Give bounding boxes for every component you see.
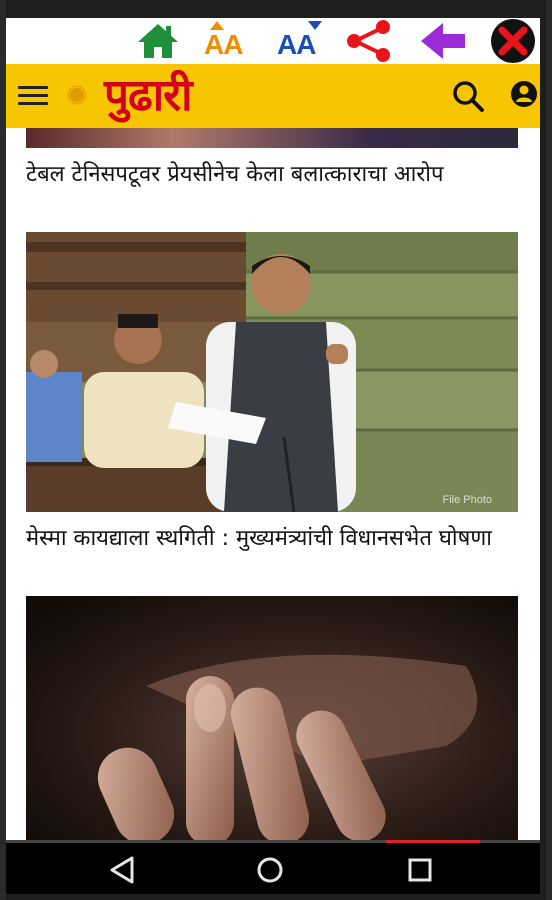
app-header: पुढारी (6, 64, 540, 128)
home-button[interactable] (134, 20, 182, 62)
nav-home-button[interactable] (250, 850, 290, 890)
close-button[interactable] (488, 19, 538, 63)
font-decrease-button[interactable]: AA (276, 20, 330, 62)
previous-article-image[interactable] (26, 128, 518, 148)
share-button[interactable] (342, 20, 396, 62)
square-recents-icon (408, 858, 432, 882)
article-photo[interactable]: File Photo (26, 232, 518, 512)
photo-credit: File Photo (442, 494, 492, 506)
font-increase-icon: AA (204, 21, 256, 61)
share-icon (347, 20, 390, 62)
search-icon (453, 81, 484, 112)
sun-emblem-icon (66, 84, 88, 106)
hand-image (26, 596, 518, 840)
news-feed[interactable]: टेबल टेनिसपटूवर प्रेयसीनेच केला बलात्कार… (6, 128, 540, 840)
menu-icon[interactable] (18, 81, 48, 109)
brand-name: पुढारी (104, 70, 193, 121)
nav-recents-button[interactable] (400, 850, 440, 890)
arrow-left-icon (421, 23, 465, 59)
reader-toolbar: AA AA (6, 18, 540, 64)
profile-button[interactable] (510, 80, 538, 108)
article-photo[interactable] (26, 596, 518, 840)
home-icon (138, 24, 178, 58)
font-increase-button[interactable]: AA (202, 20, 258, 62)
brand-logo[interactable]: पुढारी (60, 68, 250, 124)
circle-home-icon (257, 857, 283, 883)
nav-back-button[interactable] (104, 850, 144, 890)
article-headline[interactable]: टेबल टेनिसपटूवर प्रेयसीनेच केला बलात्कार… (26, 160, 518, 190)
font-decrease-icon: AA (277, 21, 329, 61)
system-navigation-bar (6, 840, 540, 894)
page-progress-indicator (386, 840, 480, 843)
account-icon (511, 81, 537, 107)
search-button[interactable] (452, 80, 484, 112)
back-button[interactable] (416, 20, 470, 62)
assembly-speech-image (26, 232, 518, 512)
close-icon (491, 19, 535, 63)
triangle-back-icon (110, 856, 134, 884)
article-headline[interactable]: मेस्मा कायद्याला स्थगिती : मुख्यमंत्र्या… (26, 524, 518, 554)
